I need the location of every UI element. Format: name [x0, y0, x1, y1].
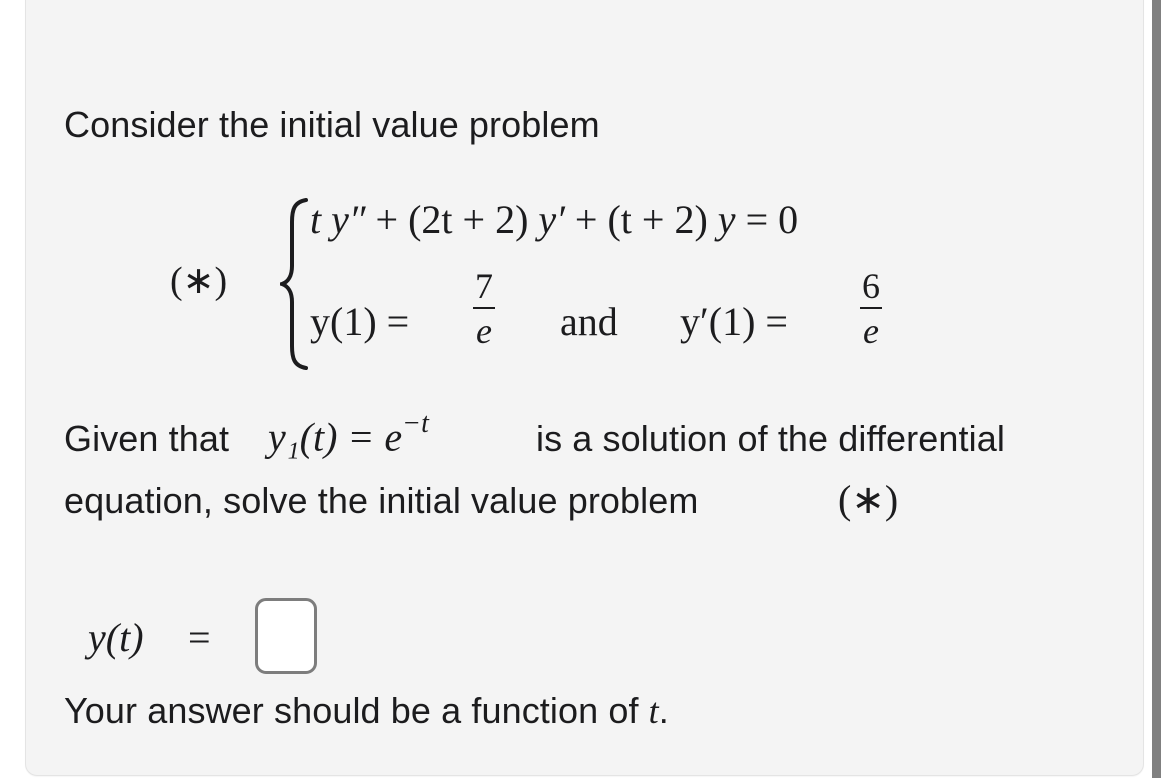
fraction-denominator: e [476, 311, 492, 351]
ode-y-prime: y′ [528, 197, 565, 242]
ode-plus: + [365, 197, 409, 242]
given-prefix: Given that [64, 418, 230, 459]
ode-plus: + [564, 197, 608, 242]
given-exponent: −t [402, 408, 429, 439]
ode-y: y [707, 197, 736, 242]
scrollbar[interactable] [1152, 0, 1161, 778]
connector-and: and [560, 299, 618, 344]
hint-variable: t [648, 691, 659, 731]
differential-equation: t y″ + (2t + 2) y′ + (t + 2) y = 0 [310, 196, 798, 243]
hint-suffix: . [658, 690, 669, 731]
ode-coef2: (t + 2) [607, 197, 708, 242]
given-solution: y₁(t) = e−t [268, 408, 429, 460]
given-suffix: is a solution of the differential [536, 418, 1005, 459]
fraction-denominator: e [863, 311, 879, 351]
answer-hint: Your answer should be a function of t. [64, 690, 669, 732]
ode-equals-zero: = 0 [735, 197, 799, 242]
answer-label: y(t) [88, 615, 144, 660]
intro-text: Consider the initial value problem [64, 104, 600, 145]
fraction-bar [473, 307, 495, 309]
initial-condition-y: y(1) = [310, 299, 410, 344]
equation-label: (∗) [170, 260, 228, 302]
fraction-6-over-e: 6 e [860, 268, 882, 349]
initial-condition-y-prime: y′(1) = [680, 299, 788, 344]
fraction-bar [860, 307, 882, 309]
ode-coef1: (2t + 2) [408, 197, 529, 242]
ode-t-term: t y″ [310, 197, 366, 242]
fraction-numerator: 6 [862, 266, 880, 306]
answer-equals: = [188, 615, 211, 660]
hint-prefix: Your answer should be a function of [64, 690, 649, 731]
instruction-text: equation, solve the initial value proble… [64, 480, 699, 521]
fraction-7-over-e: 7 e [473, 268, 495, 349]
given-solution-expr: y₁(t) = e [268, 414, 403, 460]
fraction-numerator: 7 [475, 266, 493, 306]
answer-input[interactable] [255, 598, 317, 674]
left-brace-icon [280, 198, 308, 370]
instruction-ref: (∗) [838, 477, 899, 522]
